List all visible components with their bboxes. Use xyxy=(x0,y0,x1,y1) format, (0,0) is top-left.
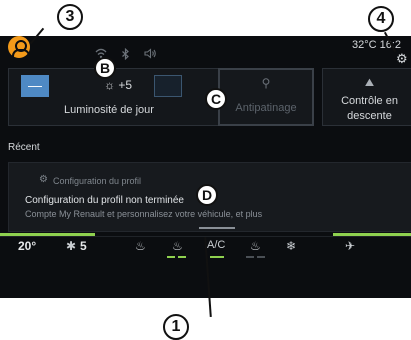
volume-icon xyxy=(144,48,157,63)
luminosity-increase-button[interactable] xyxy=(154,75,182,97)
fan-speed[interactable]: 5 xyxy=(80,239,87,253)
ac-button[interactable]: A/C xyxy=(207,239,225,251)
air-distribution-icon[interactable]: ✈ xyxy=(345,239,355,253)
seat-ventilation-icon[interactable]: ♨ xyxy=(250,239,261,253)
card-subtitle: Compte My Renault et personnalisez votre… xyxy=(25,209,263,219)
luminosity-value: ☼ +5 xyxy=(104,78,133,92)
card-drag-handle[interactable] xyxy=(199,227,235,229)
steering-wheel-heat-icon[interactable]: ♨ xyxy=(135,239,146,253)
traction-icon: ⚲ xyxy=(261,76,271,90)
callout-c: C xyxy=(205,88,227,110)
callout-3: 3 xyxy=(57,4,83,30)
card-gear-icon: ⚙ xyxy=(39,174,48,185)
recent-heading: Récent xyxy=(8,142,40,153)
hill-descent-label-line2: descente xyxy=(347,110,392,122)
luminosity-label: Luminosité de jour xyxy=(64,104,154,116)
seat-heat-icon[interactable]: ♨ xyxy=(172,239,183,253)
hill-descent-label-line1: Contrôle en xyxy=(341,95,398,107)
antipatinage-tile[interactable]: ⚲ Antipatinage xyxy=(218,68,314,126)
profile-avatar[interactable] xyxy=(8,36,30,58)
fan-icon: ✱ xyxy=(66,239,77,253)
callout-d: D xyxy=(196,184,218,206)
seat-heat-level-1 xyxy=(167,256,175,258)
seat-heat-level-2 xyxy=(178,256,186,258)
seat-vent-level-1 xyxy=(246,256,254,258)
antipatinage-label: Antipatinage xyxy=(235,102,297,114)
callout-b: B xyxy=(94,57,116,79)
seat-vent-level-2 xyxy=(257,256,265,258)
hill-descent-tile[interactable]: ⛰ Contrôle en descente xyxy=(322,68,411,126)
bluetooth-icon xyxy=(121,47,130,63)
temperature-left[interactable]: 20° xyxy=(18,239,36,253)
card-title: Configuration du profil non terminée xyxy=(25,195,184,206)
callout-1: 1 xyxy=(163,314,189,340)
callout-4: 4 xyxy=(368,6,394,32)
settings-gear-icon[interactable]: ⚙ xyxy=(396,52,408,67)
ac-indicator xyxy=(210,256,224,258)
card-header: Configuration du profil xyxy=(53,176,142,186)
hill-descent-icon: ⛰ xyxy=(364,77,375,89)
luminosity-decrease-button[interactable]: — xyxy=(21,75,49,97)
windshield-defrost-icon[interactable]: ❄ xyxy=(286,239,296,253)
